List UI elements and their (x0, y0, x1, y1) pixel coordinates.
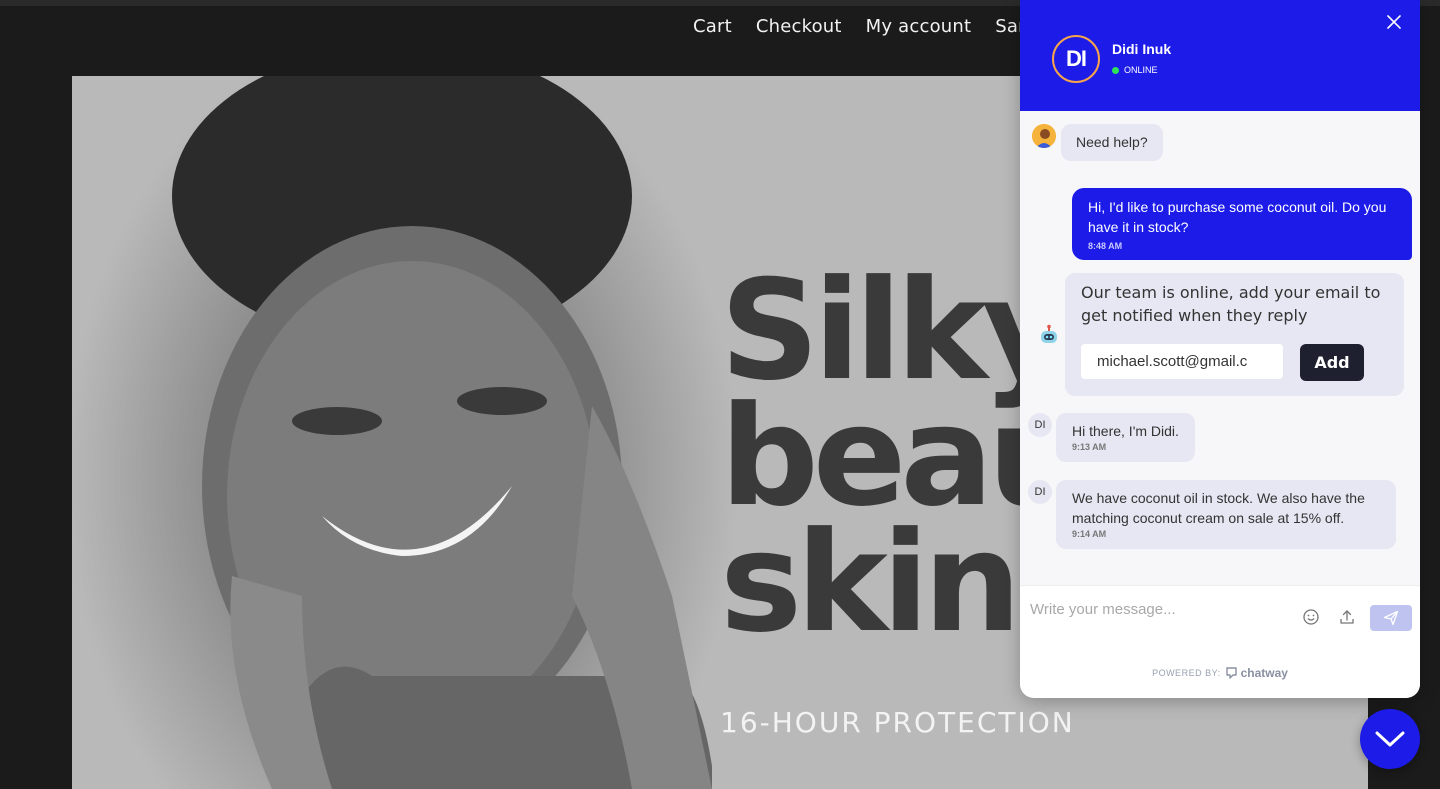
hero-portrait-image (172, 76, 712, 789)
robot-icon (1041, 324, 1057, 343)
incoming-message-text: Hi there, I'm Didi. (1072, 423, 1179, 439)
message-list[interactable]: Need help? Hi, I'd like to purchase some… (1020, 111, 1420, 585)
user-avatar (1032, 124, 1056, 148)
agent-name: Didi Inuk (1112, 41, 1172, 57)
user-avatar-icon (1032, 124, 1056, 148)
powered-by: POWERED BY: chatway (1020, 666, 1420, 680)
agent-small-avatar: DI (1028, 413, 1052, 437)
nav-cart[interactable]: Cart (693, 16, 732, 37)
email-field[interactable] (1081, 344, 1283, 379)
agent-avatar: DI (1052, 35, 1100, 83)
emoji-icon[interactable] (1302, 608, 1320, 626)
chat-toggle-button[interactable] (1360, 709, 1420, 769)
agent-status: ONLINE (1112, 65, 1158, 75)
hero-tagline: 16-HOUR PROTECTION (720, 706, 1075, 739)
chat-header: DI Didi Inuk ONLINE (1020, 0, 1420, 111)
status-label: ONLINE (1124, 65, 1158, 75)
nav-my-account[interactable]: My account (866, 16, 972, 37)
incoming-message-text: We have coconut oil in stock. We also ha… (1072, 490, 1365, 526)
need-help-bubble: Need help? (1061, 124, 1163, 161)
powered-by-label: POWERED BY: (1152, 668, 1221, 678)
outgoing-message: Hi, I'd like to purchase some coconut oi… (1072, 188, 1412, 260)
email-capture-card: Our team is online, add your email to ge… (1065, 273, 1404, 396)
outgoing-message-time: 8:48 AM (1088, 241, 1123, 251)
incoming-message-time: 9:13 AM (1072, 442, 1107, 452)
site-nav: Cart Checkout My account Sam (693, 16, 1036, 37)
message-input[interactable] (1030, 598, 1292, 620)
add-email-button[interactable]: Add (1300, 344, 1364, 381)
send-icon (1383, 610, 1399, 626)
close-icon[interactable] (1386, 14, 1402, 30)
upload-icon[interactable] (1338, 608, 1356, 626)
chevron-down-icon (1375, 731, 1405, 747)
email-capture-text: Our team is online, add your email to ge… (1081, 283, 1381, 325)
chatway-logo-icon (1225, 667, 1237, 679)
incoming-message-time: 9:14 AM (1072, 529, 1107, 539)
incoming-message: Hi there, I'm Didi. 9:13 AM (1056, 413, 1195, 462)
incoming-message: We have coconut oil in stock. We also ha… (1056, 480, 1396, 549)
online-dot-icon (1112, 66, 1119, 74)
nav-checkout[interactable]: Checkout (756, 16, 842, 37)
message-composer: POWERED BY: chatway (1020, 585, 1420, 698)
outgoing-message-text: Hi, I'd like to purchase some coconut oi… (1088, 199, 1387, 235)
chatway-brand-name: chatway (1240, 666, 1288, 680)
chat-widget: DI Didi Inuk ONLINE Need help? Hi, I'd l… (1020, 0, 1420, 698)
agent-small-avatar: DI (1028, 480, 1052, 504)
chatway-brand[interactable]: chatway (1225, 666, 1288, 680)
send-button[interactable] (1370, 605, 1412, 631)
